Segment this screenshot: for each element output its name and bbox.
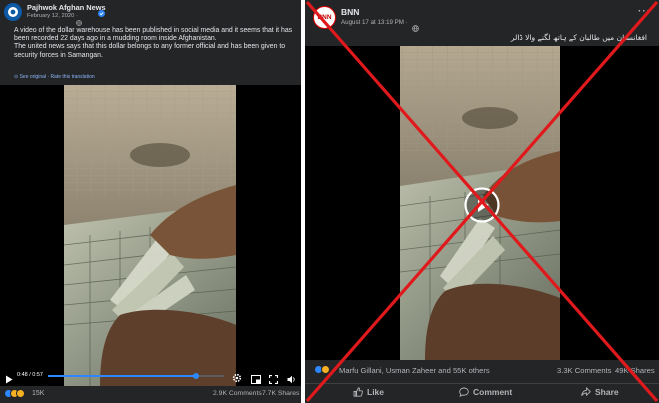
video-progress-bar[interactable] [48,373,224,379]
video-controls: 0:48 / 0:57 [0,366,301,386]
pajhwok-avatar[interactable] [4,3,22,21]
fullscreen-icon[interactable] [268,371,279,389]
post-text-line: been recorded 22 days ago in a mudding r… [14,35,217,43]
page-name[interactable]: BNN [341,7,359,17]
video-progress-knob[interactable] [192,373,199,379]
reactions-text[interactable]: Marfu Gillani, Usman Zaheer and 55K othe… [339,366,490,375]
comment-icon [459,387,469,398]
post-date[interactable]: February 12, 2020 · [27,13,78,19]
more-icon[interactable]: ··· [638,6,651,17]
comment-count[interactable]: 2.9K Comments [213,390,262,397]
page-name[interactable]: Pajhwok Afghan News [27,3,106,12]
post-text-line: security forces in Samangan. [14,51,103,59]
video-progress-fill [48,375,196,377]
reaction-icons[interactable] [4,389,30,399]
reaction-icons[interactable] [314,365,338,375]
see-original-link[interactable]: ⊙ See original · Rate this translation [14,74,95,80]
captions-icon[interactable] [251,371,261,389]
money-video-frame [0,85,301,386]
view-count[interactable]: 49K Shares [615,366,655,375]
globe-icon [412,19,419,37]
post-caption: افغانستان میں طالبان کے ہاتھ لگنے والا ڈ… [510,33,647,42]
bnn-avatar-logo: BNN [317,14,332,21]
play-icon[interactable] [5,371,13,389]
comment-label: Comment [473,387,513,397]
share-count[interactable]: 7.7K Shares [262,390,299,397]
see-original-label: See original · Rate this translation [19,74,95,80]
play-button-icon[interactable] [464,187,500,228]
bnn-avatar[interactable]: BNN [313,6,336,29]
post-text-line: A video of the dollar warehouse has been… [14,27,293,34]
like-label: Like [367,387,385,397]
like-icon [353,387,363,397]
right-video[interactable] [305,46,659,360]
right-post: BNN BNN August 17 at 13:19 PM · ··· افغا… [305,0,659,403]
video-time: 0:48 / 0:57 [17,372,43,378]
comment-count[interactable]: 3.3K Comments [557,366,611,375]
post-text-line: The united news says that this dollar be… [14,43,286,51]
left-post: Pajhwok Afghan News February 12, 2020 · … [0,0,301,403]
verified-badge-icon [98,4,105,22]
share-label: Share [595,387,619,397]
wow-reaction-icon [321,365,330,374]
left-video[interactable] [0,85,301,386]
settings-icon[interactable] [232,370,242,388]
comment-button[interactable]: Comment [459,387,513,398]
post-date[interactable]: August 17 at 13:19 PM · [341,19,408,26]
share-icon [581,386,591,397]
share-button[interactable]: Share [581,386,619,397]
left-post-footer: 15K 2.9K Comments 7.7K Shares [0,388,301,403]
right-post-reactions: Marfu Gillani, Usman Zaheer and 55K othe… [305,362,659,380]
right-post-header: BNN BNN August 17 at 13:19 PM · ··· [305,0,659,32]
left-post-header: Pajhwok Afghan News February 12, 2020 · [0,0,301,26]
sad-reaction-icon [16,389,25,398]
like-button[interactable]: Like [353,387,384,397]
reaction-count[interactable]: 15K [32,390,44,397]
post-text: A video of the dollar warehouse has been… [14,27,299,60]
post-action-row: Like Comment Share [305,383,659,403]
volume-icon[interactable] [287,371,296,389]
